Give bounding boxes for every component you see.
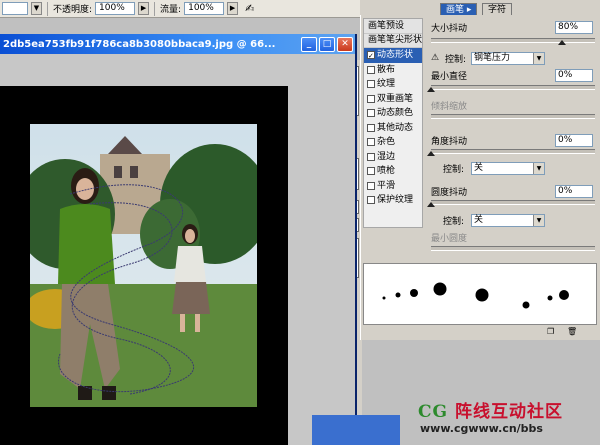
brush-settings-list: 画笔预设画笔笔尖形状动态形状散布纹理双重画笔动态颜色其他动态杂色湿边喷枪平滑保护… [363, 18, 423, 228]
angle-jitter-label: 角度抖动 [431, 136, 468, 147]
checkbox[interactable] [367, 94, 375, 103]
chevron-down-icon: ▼ [533, 162, 544, 174]
maximize-button[interactable]: □ [319, 36, 335, 52]
checkbox[interactable] [367, 65, 375, 74]
roundness-jitter-input[interactable]: 0% [555, 184, 593, 198]
brush-setting-item[interactable]: 散布 [364, 63, 422, 78]
checkbox[interactable] [367, 196, 375, 205]
angle-control-label: 控制: [443, 164, 465, 175]
brush-setting-label: 湿边 [377, 151, 396, 162]
min-roundness-slider [431, 246, 595, 251]
roundness-control-select[interactable]: 关 ▼ [471, 213, 545, 227]
brush-setting-label: 保护纹理 [377, 195, 414, 206]
brush-setting-label: 纹理 [377, 79, 396, 90]
opacity-dropdown-arrow[interactable]: ▶ [138, 2, 150, 15]
stroke-preview [363, 263, 597, 325]
canvas-area[interactable] [0, 54, 355, 445]
brush-setting-label: 双重画笔 [377, 93, 414, 104]
stroke-preview-dots [382, 282, 569, 309]
brush-setting-label: 画笔笔尖形状 [368, 35, 423, 46]
chevron-down-icon: ▼ [533, 214, 544, 226]
min-diameter-slider[interactable] [427, 85, 595, 92]
opacity-label: 不透明度: [53, 5, 93, 15]
flow-dropdown-arrow[interactable]: ▶ [227, 2, 239, 15]
brush-setting-item[interactable]: 保护纹理 [364, 193, 422, 208]
min-diameter-input[interactable]: 0% [555, 68, 593, 82]
brush-panel: 画笔预设画笔笔尖形状动态形状散布纹理双重画笔动态颜色其他动态杂色湿边喷枪平滑保护… [360, 15, 600, 340]
document-window: 2db5ea753fb91f786ca8b3080bbaca9.jpg @ 66… [0, 34, 357, 445]
size-control-select[interactable]: 钢笔压力 ▼ [471, 51, 545, 65]
angle-jitter-thumb[interactable] [427, 151, 435, 156]
taskbar-fragment [312, 415, 400, 445]
checkbox[interactable] [367, 167, 375, 176]
brush-setting-label: 杂色 [377, 137, 396, 148]
photo-image [30, 124, 257, 407]
brush-setting-item[interactable]: 动态颜色 [364, 106, 422, 121]
brush-setting-label: 平滑 [377, 180, 396, 191]
checkbox[interactable] [367, 138, 375, 147]
roundness-jitter-slider[interactable] [427, 200, 595, 207]
brush-setting-item[interactable]: 双重画笔 [364, 92, 422, 107]
size-jitter-thumb[interactable] [558, 40, 567, 45]
mode-dropdown-arrow[interactable]: ▼ [31, 2, 42, 15]
panel-status-bar: ❐ 🗑 [361, 327, 600, 339]
chevron-down-icon: ▼ [533, 52, 544, 64]
roundness-jitter-thumb[interactable] [427, 202, 435, 207]
checkbox[interactable] [367, 123, 375, 132]
brush-setting-label: 动态形状 [377, 50, 414, 61]
brush-setting-item[interactable]: 画笔预设 [364, 19, 422, 34]
brush-setting-label: 动态颜色 [377, 108, 414, 119]
checkbox[interactable] [367, 181, 375, 190]
document-title: 2db5ea753fb91f786ca8b3080bbaca9.jpg @ 66… [3, 38, 276, 50]
opacity-input[interactable]: 100% [95, 2, 136, 15]
checkbox[interactable] [367, 49, 375, 63]
brush-setting-item[interactable]: 杂色 [364, 135, 422, 150]
angle-jitter-input[interactable]: 0% [555, 133, 593, 147]
min-diameter-thumb[interactable] [427, 87, 435, 92]
roundness-control-label: 控制: [443, 216, 465, 227]
minimize-button[interactable]: _ [301, 36, 317, 52]
min-roundness-label: 最小圆度 [431, 233, 468, 244]
brush-setting-item[interactable]: 湿边 [364, 150, 422, 165]
size-jitter-input[interactable]: 80% [555, 20, 593, 34]
roundness-jitter-label: 圆度抖动 [431, 187, 468, 198]
watermark-url: www.cgwww.cn/bbs [420, 422, 543, 435]
brush-setting-item[interactable]: 喷枪 [364, 164, 422, 179]
flow-input[interactable]: 100% [184, 2, 225, 15]
brush-setting-item[interactable]: 画笔笔尖形状 [364, 33, 423, 48]
checkbox[interactable] [367, 109, 375, 118]
brush-setting-label: 喷枪 [377, 166, 396, 177]
mode-field[interactable] [2, 2, 28, 15]
tilt-scale-label: 倾斜缩放 [431, 101, 468, 112]
size-control-label: 控制: [445, 54, 467, 65]
size-jitter-slider[interactable] [431, 38, 595, 45]
panel-tabs: 画笔 ▸ 字符 [440, 0, 600, 16]
brush-setting-label: 其他动态 [377, 122, 414, 133]
canvas-black-background [0, 86, 288, 445]
angle-control-select[interactable]: 关 ▼ [471, 161, 545, 175]
brush-setting-item[interactable]: 动态形状 [364, 48, 422, 63]
brush-setting-label: 画笔预设 [368, 20, 405, 31]
brush-setting-item[interactable]: 平滑 [364, 179, 422, 194]
document-titlebar[interactable]: 2db5ea753fb91f786ca8b3080bbaca9.jpg @ 66… [0, 34, 355, 54]
brush-setting-item[interactable]: 纹理 [364, 77, 422, 92]
trash-icon[interactable]: 🗑 [567, 327, 577, 336]
new-brush-icon[interactable]: ❐ [547, 327, 554, 336]
angle-jitter-slider[interactable] [427, 149, 595, 156]
tilt-scale-slider [431, 114, 595, 119]
close-button[interactable]: ✕ [337, 36, 353, 52]
airbrush-icon[interactable]: ✍ [245, 2, 254, 15]
size-jitter-label: 大小抖动 [431, 23, 468, 34]
photo-illustration [30, 124, 257, 407]
warning-icon: ⚠ [431, 53, 440, 63]
brush-setting-item[interactable]: 其他动态 [364, 121, 422, 136]
min-diameter-label: 最小直径 [431, 71, 468, 82]
watermark-brand: CG 阵线互动社区 [418, 402, 563, 422]
brush-setting-label: 散布 [377, 64, 396, 75]
checkbox[interactable] [367, 152, 375, 161]
options-bar: ▼ 不透明度: 100% ▶ 流量: 100% ▶ ✍ [0, 0, 360, 18]
flow-label: 流量: [160, 5, 182, 15]
checkbox[interactable] [367, 80, 375, 89]
